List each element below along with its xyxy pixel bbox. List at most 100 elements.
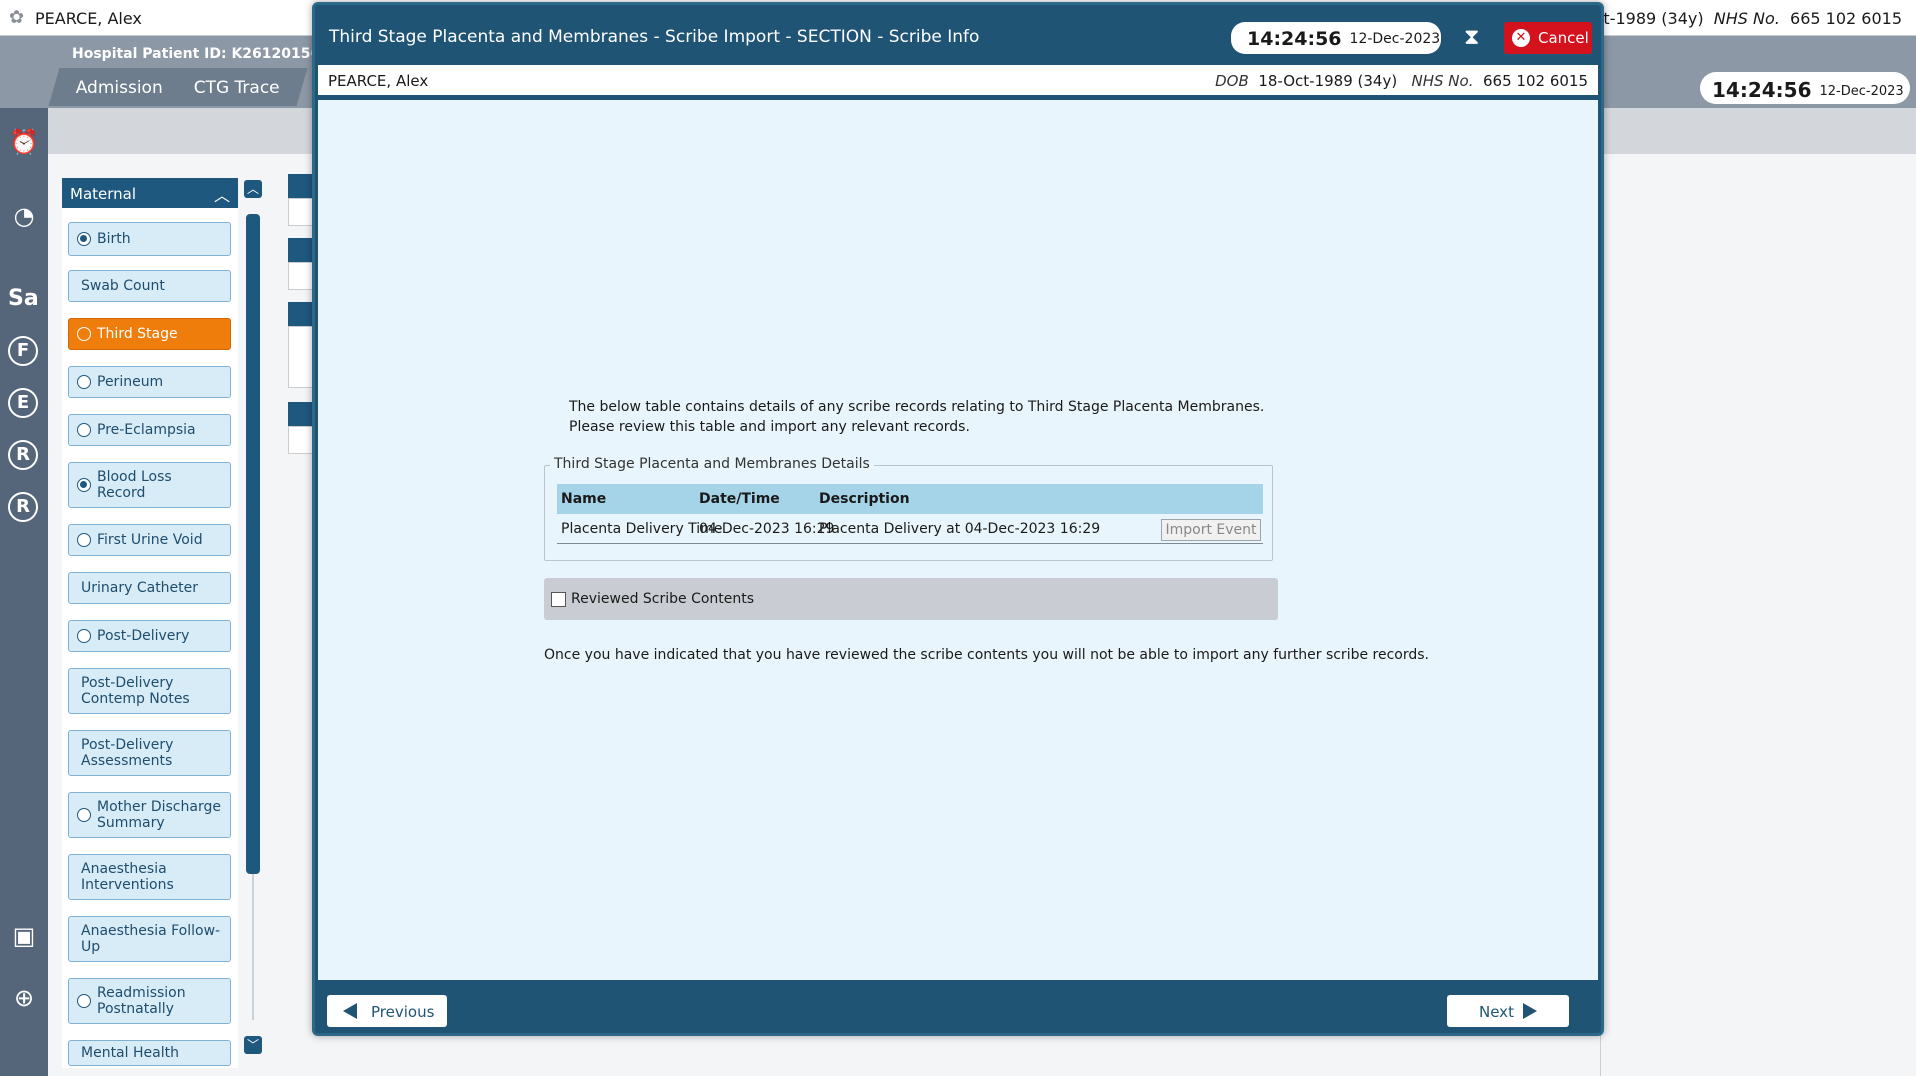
scroll-down-button[interactable]: ﹀ <box>244 1036 262 1054</box>
sidebar-item-birth[interactable]: Birth <box>68 222 231 256</box>
reviewed-scribe-row[interactable]: Reviewed Scribe Contents <box>544 578 1278 620</box>
cancel-label: Cancel <box>1538 29 1589 47</box>
rail-r2[interactable]: R <box>8 492 38 522</box>
sidebar-item-label: Pre-Eclampsia <box>97 422 196 438</box>
clock-time: 14:24:56 <box>1712 78 1812 102</box>
sidebar-item-readmission-postnatally[interactable]: Readmission Postnatally <box>68 978 231 1024</box>
sidebar-item-blood-loss-record[interactable]: Blood Loss Record <box>68 462 231 508</box>
alarm-clock-icon[interactable]: ⏰ <box>6 124 42 160</box>
search-icon[interactable]: ⊕ <box>6 980 42 1016</box>
sidebar-item-label: Post-Delivery <box>97 628 190 644</box>
cell-description: Placenta Delivery at 04-Dec-2023 16:29 <box>819 521 1101 537</box>
dob-label: DOB <box>1215 72 1249 90</box>
scribe-import-dialog: Third Stage Placenta and Membranes - Scr… <box>312 2 1604 1036</box>
dob-value: 18-Oct-1989 (34y) <box>1258 72 1398 90</box>
reviewed-checkbox[interactable] <box>551 592 566 607</box>
history-icon[interactable]: ◔ <box>6 198 42 234</box>
radio-icon <box>77 629 91 643</box>
intro-text: The below table contains details of any … <box>569 397 1269 437</box>
rail-sa[interactable]: Sa <box>8 284 39 314</box>
radio-icon <box>77 232 91 246</box>
scrollbar-thumb[interactable] <box>246 214 260 874</box>
sidebar-item-label: Post-Delivery Contemp Notes <box>81 675 190 707</box>
sidebar-item-label: Birth <box>97 231 131 247</box>
filter-icon[interactable]: ⧗ <box>1464 25 1479 50</box>
scroll-up-button[interactable]: ︿ <box>244 180 262 198</box>
next-button[interactable]: Next <box>1447 995 1569 1027</box>
radio-icon <box>77 994 91 1008</box>
dialog-clock-date: 12-Dec-2023 <box>1349 31 1441 47</box>
previous-label: Previous <box>371 1003 435 1021</box>
sidebar-item-label: First Urine Void <box>97 532 203 548</box>
dialog-patient-demographics: DOB 18-Oct-1989 (34y) NHS No. 665 102 60… <box>1215 72 1588 90</box>
sidebar-item-label: Mental Health <box>81 1045 179 1061</box>
tab-ctg-trace[interactable]: CTG Trace <box>166 68 308 106</box>
tab-admission-label: Admission <box>75 78 163 98</box>
sidebar-item-anaesthesia-follow-up[interactable]: Anaesthesia Follow-Up <box>68 916 231 962</box>
close-icon: ✕ <box>1512 29 1530 47</box>
cancel-button[interactable]: ✕ Cancel <box>1504 22 1592 54</box>
sidebar-item-perineum[interactable]: Perineum <box>68 366 231 398</box>
sidebar-item-label: Perineum <box>97 374 164 390</box>
intro-line-2: Please review this table and import any … <box>569 419 970 435</box>
sidebar-item-mother-discharge-summary[interactable]: Mother Discharge Summary <box>68 792 231 838</box>
dialog-footer: Previous Next <box>318 983 1598 1033</box>
column-header-description: Description <box>819 491 910 507</box>
scrollbar-track[interactable] <box>252 874 254 1020</box>
sidebar-item-mental-health[interactable]: Mental Health <box>68 1040 231 1066</box>
clock-date: 12-Dec-2023 <box>1819 84 1904 99</box>
notice-text: Once you have indicated that you have re… <box>544 647 1429 663</box>
sidebar-item-label: Readmission Postnatally <box>97 985 186 1017</box>
sidebar-item-first-urine-void[interactable]: First Urine Void <box>68 524 231 556</box>
sidebar-item-label: Third Stage <box>97 326 178 342</box>
column-header-name: Name <box>561 491 607 507</box>
sidebar-item-third-stage[interactable]: Third Stage <box>68 318 231 350</box>
next-label: Next <box>1479 1003 1514 1021</box>
cell-datetime: 04-Dec-2023 16:29 <box>699 521 835 537</box>
sidebar-item-swab-count[interactable]: Swab Count <box>68 270 231 302</box>
sidebar-item-label: Urinary Catheter <box>81 580 199 596</box>
nhs-value: 665 102 6015 <box>1483 72 1588 90</box>
import-event-button[interactable]: Import Event <box>1161 519 1261 541</box>
radio-icon <box>77 478 91 492</box>
radio-icon <box>77 423 91 437</box>
rail-r1[interactable]: R <box>8 440 38 470</box>
rail-e[interactable]: E <box>8 388 38 418</box>
section-header-label: Maternal <box>70 185 137 203</box>
dialog-title: Third Stage Placenta and Membranes - Scr… <box>329 27 980 47</box>
reviewed-label: Reviewed Scribe Contents <box>571 591 755 607</box>
sidebar-item-label: Mother Discharge Summary <box>97 799 221 831</box>
sidebar-item-anaesthesia-interventions[interactable]: Anaesthesia Interventions <box>68 854 231 900</box>
section-header[interactable]: Maternal ︿ <box>62 178 238 208</box>
column-header-datetime: Date/Time <box>699 491 780 507</box>
sidebar-item-post-delivery[interactable]: Post-Delivery <box>68 620 231 652</box>
dialog-clock: 14:24:56 12-Dec-2023 <box>1231 22 1441 54</box>
app-logo-icon: ✿ <box>9 7 25 28</box>
nhs-label: NHS No. <box>1411 72 1474 90</box>
sidebar-item-label: Blood Loss Record <box>97 469 172 501</box>
dialog-patient-name: PEARCE, Alex <box>328 72 429 90</box>
background-clock: 14:24:56 12-Dec-2023 <box>1700 72 1910 104</box>
dialog-patient-bar: PEARCE, Alex DOB 18-Oct-1989 (34y) NHS N… <box>318 65 1598 97</box>
rail-f[interactable]: F <box>8 336 38 366</box>
sidebar-item-post-delivery-assessments[interactable]: Post-Delivery Assessments <box>68 730 231 776</box>
previous-button[interactable]: Previous <box>327 995 447 1027</box>
right-panel <box>1600 154 1916 1076</box>
radio-icon <box>77 808 91 822</box>
patient-name: PEARCE, Alex <box>35 9 142 28</box>
patient-demographics: 18-Oct-1989 (34y) NHS No. 665 102 6015 <box>1555 9 1902 28</box>
radio-icon <box>77 327 91 341</box>
left-rail: ⏰ ◔ Sa F E R R ▣ ⊕ <box>0 108 48 1076</box>
arrow-right-icon <box>1523 1003 1537 1019</box>
presentation-icon[interactable]: ▣ <box>6 918 42 954</box>
details-legend: Third Stage Placenta and Membranes Detai… <box>550 456 874 472</box>
tab-ctg-trace-label: CTG Trace <box>193 78 280 98</box>
intro-line-1: The below table contains details of any … <box>569 399 1265 415</box>
sidebar-item-pre-eclampsia[interactable]: Pre-Eclampsia <box>68 414 231 446</box>
sidebar-item-post-delivery-contemp-notes[interactable]: Post-Delivery Contemp Notes <box>68 668 231 714</box>
chevron-up-icon[interactable]: ︿ <box>214 182 230 206</box>
radio-icon <box>77 533 91 547</box>
sidebar-item-urinary-catheter[interactable]: Urinary Catheter <box>68 572 231 604</box>
table-row: Placenta Delivery Time 04-Dec-2023 16:29… <box>557 514 1263 544</box>
radio-icon <box>77 375 91 389</box>
